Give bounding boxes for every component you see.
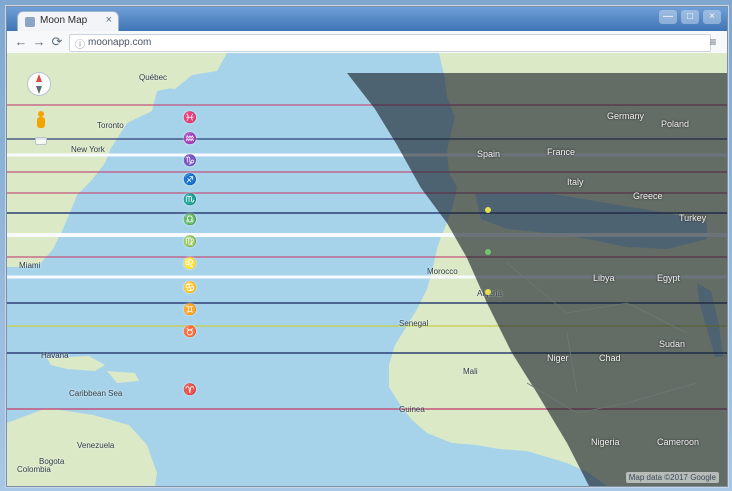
map-label: Mali <box>463 367 478 376</box>
lunar-glyph-icon: ♎ <box>183 214 197 226</box>
map-label: Senegal <box>399 319 429 328</box>
map-label: France <box>547 147 576 157</box>
map-label: Miami <box>19 261 41 270</box>
map-label: New York <box>71 145 105 154</box>
map-label: Germany <box>607 111 645 121</box>
map-label: Poland <box>661 119 690 129</box>
lunar-glyph-icon: ♓ <box>183 112 197 124</box>
forward-button[interactable]: → <box>31 34 47 50</box>
window-controls: — □ × <box>659 10 721 24</box>
map-label: Niger <box>547 353 569 363</box>
map-label: Turkey <box>679 213 707 223</box>
map-label: Sudan <box>659 339 686 349</box>
map-label: Nigeria <box>591 437 620 447</box>
map-label: Cameroon <box>657 437 700 447</box>
lunar-glyph-icon: ♍ <box>183 236 197 248</box>
map-copyright: Map data ©2017 Google <box>625 472 719 483</box>
pegman-icon[interactable] <box>36 111 46 129</box>
lunar-glyph-icon: ♐ <box>183 174 197 186</box>
compass-north-icon <box>36 74 42 82</box>
map-label: Guinea <box>399 405 425 414</box>
lunar-glyph-icon: ♏ <box>183 194 197 206</box>
browser-titlebar: Moon Map × — □ × <box>7 7 727 32</box>
map-label: Libya <box>593 273 615 283</box>
tab-title: Moon Map <box>40 15 88 26</box>
address-text[interactable]: moonapp.com <box>88 37 151 48</box>
map-label: Québec <box>139 73 168 82</box>
browser-menu-button[interactable]: ≡ <box>705 34 721 50</box>
map-label: Chad <box>599 353 621 363</box>
lunar-glyph-icon: ♊ <box>183 304 197 316</box>
lunar-glyph-icon: ♑ <box>183 155 197 167</box>
desktop-background: Moon Map × — □ × ← → ⟳ ⓘ moonapp.com ≡ ♓… <box>0 0 732 491</box>
map-viewport[interactable]: ♓ ♒ ♑ ♐ ♏ ♎ ♍ ♌ ♋ ♊ ♉ ♈ Québec New York … <box>7 53 727 486</box>
address-bar[interactable]: ⓘ moonapp.com <box>69 34 711 52</box>
map-label: Havana <box>41 351 69 360</box>
compass-control[interactable] <box>27 72 51 96</box>
map-label: Colombia <box>17 465 51 474</box>
minimize-button[interactable]: — <box>659 10 677 24</box>
map-label: Egypt <box>657 273 681 283</box>
lunar-glyph-icon: ♉ <box>183 326 197 338</box>
browser-toolbar: ← → ⟳ ⓘ moonapp.com ≡ <box>7 31 727 54</box>
lunar-glyph-icon: ♌ <box>183 258 197 270</box>
highlight-point[interactable] <box>485 289 491 295</box>
tab-close-icon[interactable]: × <box>106 14 112 26</box>
highlight-point[interactable] <box>485 249 491 255</box>
lunar-glyph-icon: ♒ <box>183 133 197 145</box>
map-label: Venezuela <box>77 441 115 450</box>
browser-tab[interactable]: Moon Map × <box>17 11 119 32</box>
lunar-glyph-icon: ♈ <box>183 384 197 396</box>
reload-button[interactable]: ⟳ <box>49 34 65 50</box>
browser-window: Moon Map × — □ × ← → ⟳ ⓘ moonapp.com ≡ ♓… <box>6 6 728 487</box>
zoom-control[interactable] <box>35 137 47 145</box>
info-icon[interactable]: ⓘ <box>75 36 85 51</box>
tab-favicon-icon <box>25 17 35 27</box>
map-label: Toronto <box>97 121 124 130</box>
map-label: Greece <box>633 191 663 201</box>
back-button[interactable]: ← <box>13 34 29 50</box>
highlight-point[interactable] <box>485 207 491 213</box>
map-label: Spain <box>477 149 501 159</box>
maximize-button[interactable]: □ <box>681 10 699 24</box>
compass-south-icon <box>36 86 42 94</box>
close-window-button[interactable]: × <box>703 10 721 24</box>
map-label: Caribbean Sea <box>69 389 123 398</box>
map-label: Morocco <box>427 267 458 276</box>
map-label: Italy <box>567 177 584 187</box>
lunar-glyph-icon: ♋ <box>183 282 197 294</box>
